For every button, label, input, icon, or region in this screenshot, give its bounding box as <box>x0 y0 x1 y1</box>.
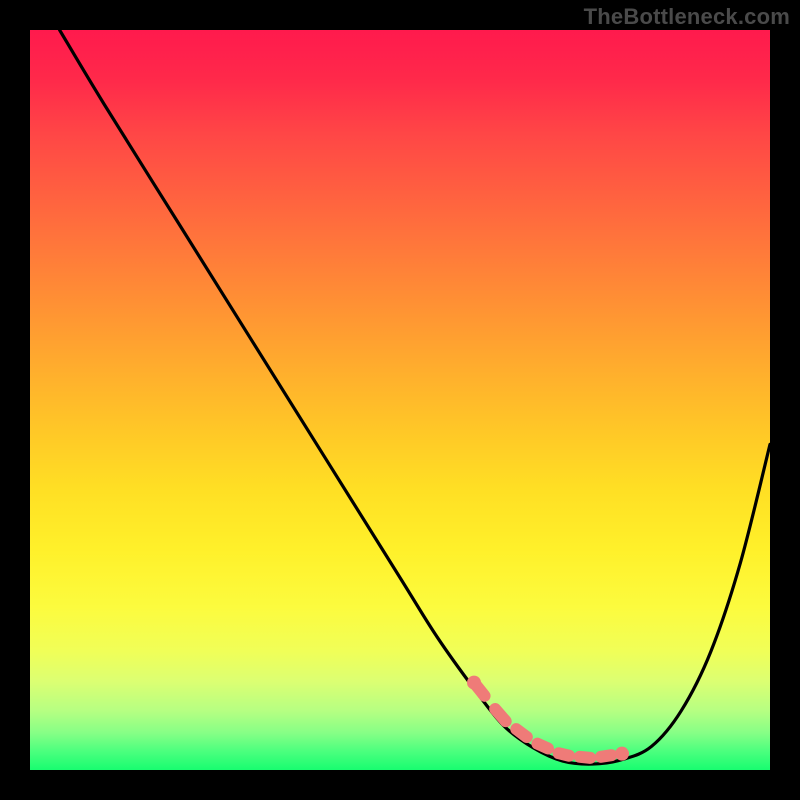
watermark-label: TheBottleneck.com <box>584 4 790 30</box>
chart-frame: TheBottleneck.com <box>0 0 800 800</box>
plot-area <box>30 30 770 770</box>
optimal-range-highlight <box>30 30 770 770</box>
